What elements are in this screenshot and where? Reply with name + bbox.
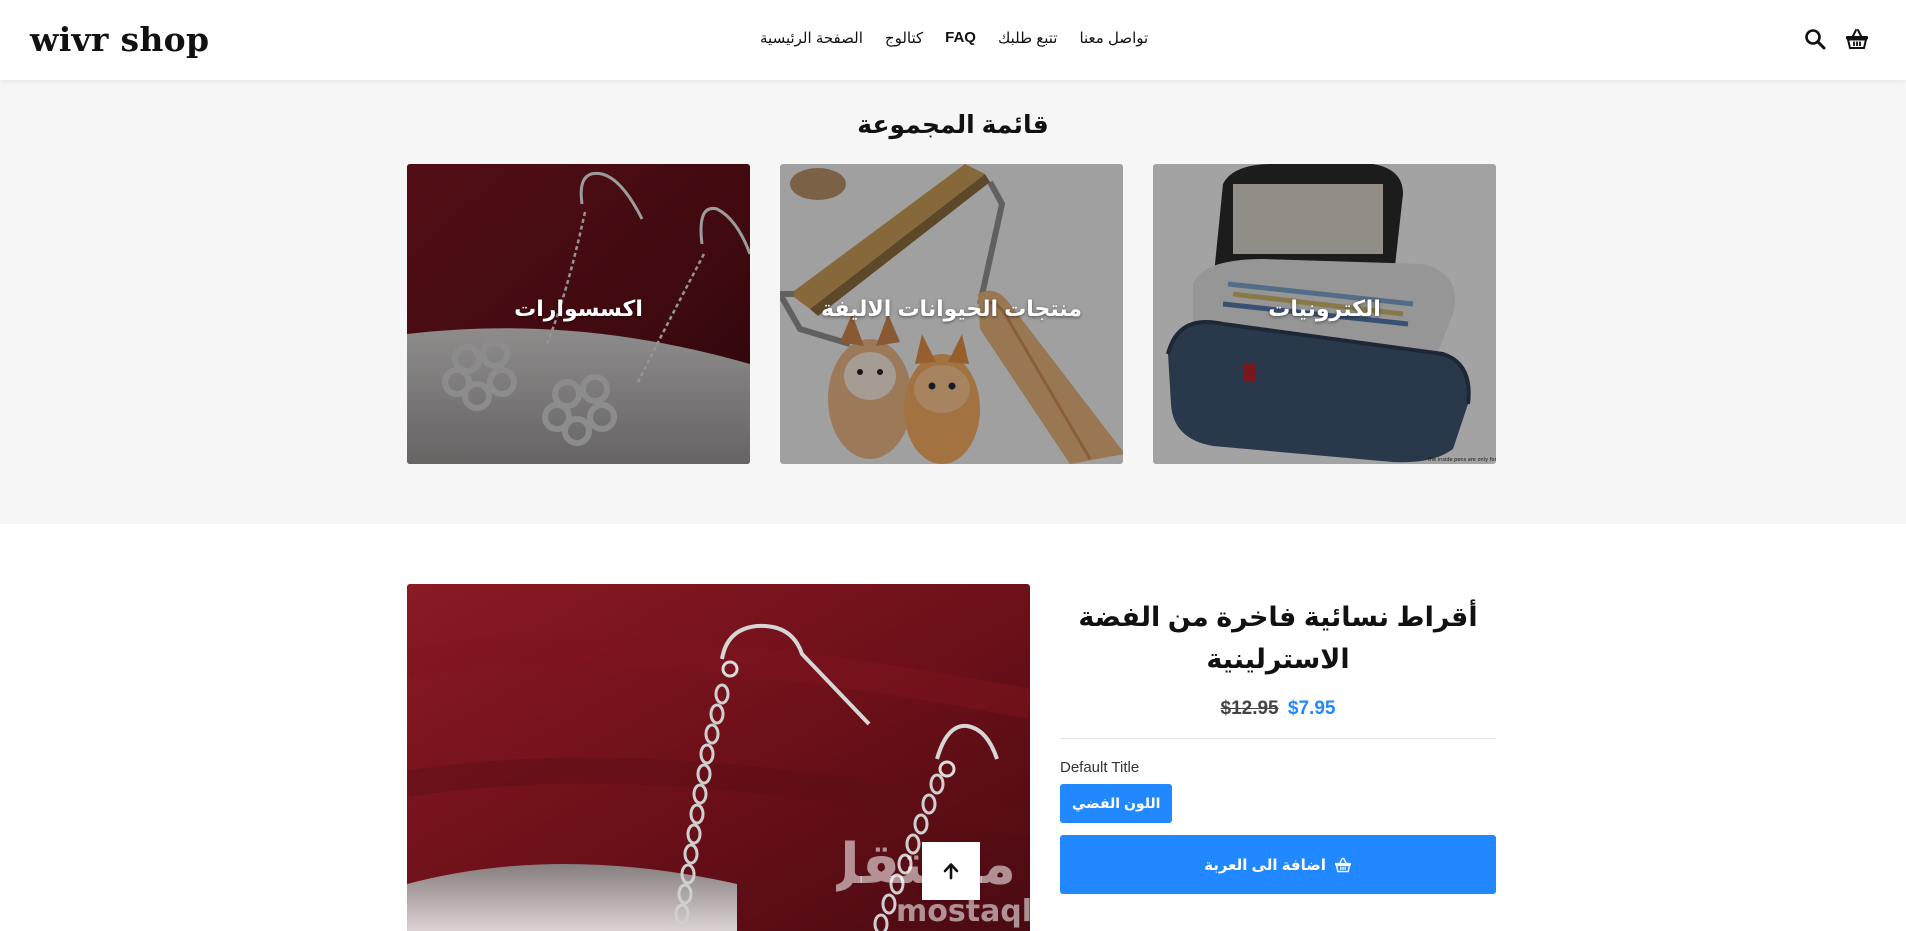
price-row: $12.95 $7.95: [1060, 698, 1496, 720]
collection-cards: اكسسوارات منتجات الحيوانات الاليفة the i…: [407, 164, 1496, 464]
collection-card-electronics[interactable]: the inside pens are only for display الك…: [1153, 164, 1496, 464]
variant-silver-button[interactable]: اللون الفضي: [1060, 784, 1173, 823]
basket-icon[interactable]: [1844, 26, 1870, 52]
collection-title: قائمة المجموعة: [857, 111, 1049, 139]
collection-card-accessories[interactable]: اكسسوارات: [407, 164, 750, 464]
collection-label: الكترونيات: [1268, 296, 1381, 321]
option-label: Default Title: [1060, 759, 1140, 776]
nav-home[interactable]: الصفحة الرئيسية: [760, 29, 863, 47]
site-header: wivr shop الصفحة الرئيسية كتالوج FAQ تتب…: [0, 0, 1906, 80]
nav-catalog[interactable]: كتالوج: [885, 29, 923, 47]
header-icons: [1802, 26, 1870, 52]
basket-icon: [1334, 857, 1351, 872]
scroll-to-top-button[interactable]: [922, 842, 980, 900]
search-icon[interactable]: [1802, 26, 1828, 52]
collection-label: اكسسوارات: [514, 296, 643, 321]
product-info: أقراط نسائية فاخرة من الفضة الاسترلينية …: [1060, 584, 1496, 894]
compare-price: $12.95: [1220, 698, 1279, 719]
collection-card-pets[interactable]: منتجات الحيوانات الاليفة: [780, 164, 1123, 464]
add-to-cart-button[interactable]: اضافة الى العربة: [1060, 835, 1496, 894]
main-nav: الصفحة الرئيسية كتالوج FAQ تتبع طلبك توا…: [760, 29, 1148, 47]
nav-contact[interactable]: تواصل معنا: [1079, 29, 1148, 47]
product-title: أقراط نسائية فاخرة من الفضة الاسترلينية: [1078, 602, 1478, 674]
sale-price: $7.95: [1287, 698, 1336, 719]
collection-section: قائمة المجموعة اكسسوارات منتجات الحيوانا…: [0, 80, 1906, 524]
site-logo[interactable]: wivr shop: [30, 20, 209, 59]
collection-label: منتجات الحيوانات الاليفة: [821, 296, 1082, 321]
nav-faq[interactable]: FAQ: [945, 29, 976, 47]
arrow-up-icon: [943, 863, 959, 880]
add-to-cart-label: اضافة الى العربة: [1204, 856, 1326, 874]
divider: [1060, 738, 1496, 739]
nav-track-order[interactable]: تتبع طلبك: [998, 29, 1057, 47]
